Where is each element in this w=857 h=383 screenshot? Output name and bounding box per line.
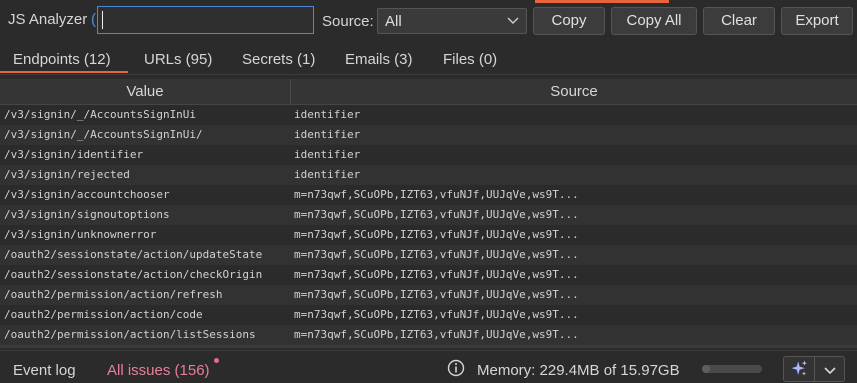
table-row[interactable]: /v3/signin/rejected identifier	[0, 165, 857, 185]
column-header-source[interactable]: Source	[291, 79, 857, 104]
issues-notification-dot	[214, 358, 219, 363]
title-paren: (	[91, 11, 96, 28]
chevron-down-icon	[824, 367, 836, 375]
table-row[interactable]: /v3/signin/unknownerror m=n73qwf,SCuOPb,I…	[0, 225, 857, 245]
source-select-value: All	[385, 13, 402, 30]
all-issues-tab[interactable]: All issues (156)	[107, 362, 210, 379]
text-caret	[102, 11, 103, 29]
cell-value: /oauth2/permission/action/code	[4, 308, 203, 321]
cell-source: m=n73qwf,SCuOPb,IZT63,vfuNJf,UUJqVe,ws9T…	[294, 208, 579, 221]
cell-source: m=n73qwf,SCuOPb,IZT63,vfuNJf,UUJqVe,ws9T…	[294, 248, 579, 261]
cell-value: /oauth2/sessionstate/action/checkOrigin	[4, 268, 263, 281]
app-title: JS Analyzer	[8, 11, 88, 28]
cell-value: /v3/signin/identifier	[4, 148, 144, 161]
column-header-value[interactable]: Value	[0, 79, 290, 104]
info-icon[interactable]	[447, 359, 465, 377]
table-row[interactable]: /v3/signin/accountchooser m=n73qwf,SCuOPb…	[0, 185, 857, 205]
table-row[interactable]: /oauth2/permission/action/refresh m=n73qw…	[0, 285, 857, 305]
copy-button[interactable]: Copy	[533, 7, 605, 35]
table-row[interactable]: /v3/signin/_/AccountsSignInUi/identifier	[0, 125, 857, 145]
copy-all-button[interactable]: Copy All	[611, 7, 697, 35]
cell-value: /v3/signin/_/AccountsSignInUi	[4, 108, 197, 121]
table-header: Value Source	[0, 79, 857, 105]
chevron-down-icon	[507, 17, 519, 24]
cell-source: m=n73qwf,SCuOPb,IZT63,vfuNJf,UUJqVe,ws9T…	[294, 288, 579, 301]
active-window-accent	[535, 0, 669, 3]
cell-value: /v3/signin/signoutoptions	[4, 208, 170, 221]
memory-usage-fill	[702, 365, 710, 373]
cell-source: m=n73qwf,SCuOPb,IZT63,vfuNJf,UUJqVe,ws9T…	[294, 268, 579, 281]
sparkle-icon	[791, 360, 807, 376]
cell-source: identifier	[294, 148, 361, 161]
tab-emails[interactable]: Emails (3)	[345, 51, 413, 68]
cell-value: /oauth2/permission/action/listSessions	[4, 328, 256, 341]
memory-usage-bar	[702, 365, 762, 373]
tab-endpoints[interactable]: Endpoints (12)	[13, 51, 111, 68]
active-tab-indicator	[0, 71, 128, 73]
cell-source: m=n73qwf,SCuOPb,IZT63,vfuNJf,UUJqVe,ws9T…	[294, 328, 579, 341]
cell-source: m=n73qwf,SCuOPb,IZT63,vfuNJf,UUJqVe,ws9T…	[294, 308, 579, 321]
cell-value: /v3/signin/rejected	[4, 168, 130, 181]
search-input[interactable]	[97, 6, 314, 34]
table-row[interactable]: /oauth2/permission/action/code m=n73qwf,S…	[0, 305, 857, 325]
source-select[interactable]: All	[377, 8, 527, 34]
cell-value: /v3/signin/unknownerror	[4, 228, 157, 241]
table-row[interactable]: /oauth2/permission/action/listSessions m=…	[0, 325, 857, 345]
tab-urls[interactable]: URLs (95)	[144, 51, 212, 68]
table-row[interactable]: /oauth2/sessionstate/action/checkOrigin m…	[0, 265, 857, 285]
cell-value: /oauth2/permission/action/refresh	[4, 288, 223, 301]
cell-source: identifier	[294, 128, 361, 141]
cell-source: identifier	[294, 108, 361, 121]
cell-value: /v3/signin/accountchooser	[4, 188, 170, 201]
table-row[interactable]: /v3/signin/_/AccountsSignInUi identifier	[0, 105, 857, 125]
tab-bar: Endpoints (12) URLs (95) Secrets (1) Ema…	[0, 44, 857, 75]
cell-source: m=n73qwf,SCuOPb,IZT63,vfuNJf,UUJqVe,ws9T…	[294, 228, 579, 241]
cell-value: /v3/signin/_/AccountsSignInUi/	[4, 128, 203, 141]
source-label: Source:	[322, 13, 374, 30]
ai-assistant-button[interactable]	[783, 356, 815, 382]
cell-source: m=n73qwf,SCuOPb,IZT63,vfuNJf,UUJqVe,ws9T…	[294, 188, 579, 201]
export-button[interactable]: Export	[781, 7, 853, 35]
cell-source: identifier	[294, 168, 361, 181]
event-log-tab[interactable]: Event log	[13, 362, 76, 379]
endpoints-table: /v3/signin/_/AccountsSignInUi identifier …	[0, 105, 857, 345]
column-divider[interactable]	[290, 79, 291, 105]
tab-files[interactable]: Files (0)	[443, 51, 497, 68]
ai-menu-button[interactable]	[815, 356, 845, 382]
memory-readout: Memory: 229.4MB of 15.97GB	[477, 362, 680, 379]
clear-button[interactable]: Clear	[703, 7, 775, 35]
cell-value: /oauth2/sessionstate/action/updateState	[4, 248, 263, 261]
table-row[interactable]: /v3/signin/signoutoptions m=n73qwf,SCuOPb…	[0, 205, 857, 225]
table-row[interactable]: /oauth2/sessionstate/action/updateState m…	[0, 245, 857, 265]
tab-secrets[interactable]: Secrets (1)	[242, 51, 315, 68]
panel-divider[interactable]	[0, 345, 857, 348]
table-row[interactable]: /v3/signin/identifier identifier	[0, 145, 857, 165]
